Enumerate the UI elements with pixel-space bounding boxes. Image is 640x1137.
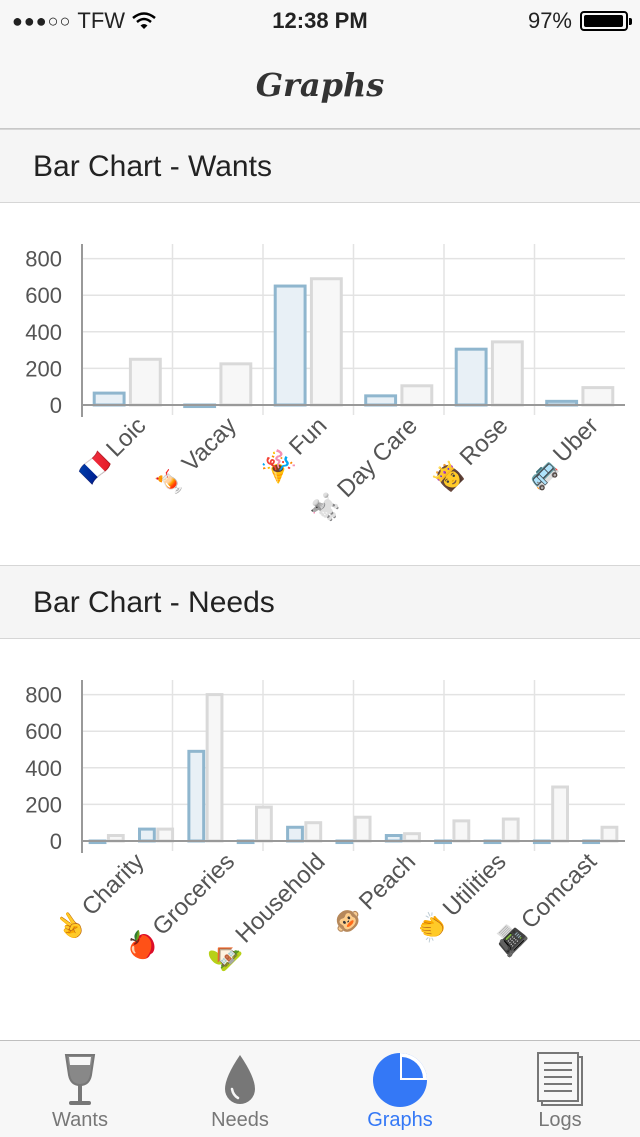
tab-graphs[interactable]: Graphs [320,1041,480,1137]
x-tick-label: 🎉 Fun [258,411,333,486]
y-tick-label: 800 [25,683,62,708]
tab-label: Wants [52,1109,108,1131]
bar-series-2 [400,384,434,407]
tab-label: Graphs [367,1109,433,1131]
needs-chart-container: 0 200 400 600 800 ✌️ Charity 🍎 Groceries 🏡 Hous… [0,639,640,1039]
battery-percent: 97% [527,8,572,33]
wants-bar-chart: 0200400600800🇫🇷 Loic 🍹 Vacay 🎉 Fun🐩 Day Ca… [25,243,625,529]
bar-series-2 [353,815,372,843]
tab-label: Logs [538,1109,582,1131]
section-header-needs: Bar Chart - Needs [0,565,640,639]
y-tick-label: 0 [50,829,62,854]
bar-series-2 [309,277,343,407]
pie-chart-icon [373,1053,427,1107]
tab-label: Needs [211,1109,269,1131]
x-tick-label: 👸 Rose [428,411,513,496]
bar-series-2 [128,357,162,407]
bar-series-2 [255,805,273,843]
bar-series-2 [205,693,224,843]
tab-logs[interactable]: Logs [480,1041,640,1137]
y-tick-label: 600 [25,283,62,308]
page-title: Graphs [255,66,385,104]
y-tick-label: 400 [25,320,62,345]
y-tick-label: 400 [25,756,62,781]
y-tick-label: 0 [50,393,62,418]
tab-needs[interactable]: Needs [160,1041,320,1137]
water-drop-icon [225,1055,255,1104]
needs-bar-chart: 0200400600800✌️ Charity🍎 Groceries🏡 Hous… [25,679,625,974]
bar-series-1 [286,825,304,843]
y-tick-label: 600 [25,719,62,744]
bar-series-1 [187,749,206,843]
x-tick-label: 🍹 Vacay [150,411,242,503]
bar-series-1 [364,394,398,407]
bar-series-2 [600,825,619,843]
document-list-icon [537,1052,583,1106]
y-tick-label: 200 [25,356,62,381]
wine-glass-icon [64,1054,96,1105]
battery-icon [580,11,632,31]
tab-wants[interactable]: Wants [0,1041,160,1137]
bar-series-2 [551,785,569,843]
bar-series-2 [452,819,471,843]
bar-series-2 [490,340,524,407]
x-tick-label: 🚌 Uber [522,412,604,494]
bar-series-2 [304,821,323,843]
bar-series-1 [454,347,488,407]
wants-chart-container: 0 200 400 600 800 🇫🇷 Loic 🍹 Vacay 🎉 Fun 🐩 Day Ca… [0,203,640,565]
bar-series-2 [403,832,421,843]
bar-series-2 [219,362,253,407]
y-tick-label: 800 [25,247,62,272]
bar-series-2 [156,827,175,843]
status-right: 97% [527,8,632,34]
bar-series-2 [501,817,520,843]
status-bar: ●●●○○ TFW 12:38 PM 97% [0,0,640,40]
bar-series-1 [273,284,307,407]
y-tick-label: 200 [25,792,62,817]
x-tick-label: 👏 Utilities [411,847,511,947]
section-title-wants: Bar Chart - Wants [33,150,272,183]
section-header-wants: Bar Chart - Wants [0,129,640,203]
x-tick-label: 🇫🇷 Loic [75,412,151,488]
bar-series-1 [92,391,126,407]
bar-series-2 [581,386,615,407]
section-title-needs: Bar Chart - Needs [33,586,275,619]
x-tick-label: 🐵 Peach [328,848,421,941]
tab-bar: Wants Needs Graphs Logs [0,1040,640,1137]
bar-series-1 [138,827,156,843]
navigation-bar: Graphs [0,40,640,129]
x-tick-label: ✌️ Charity [49,847,149,947]
